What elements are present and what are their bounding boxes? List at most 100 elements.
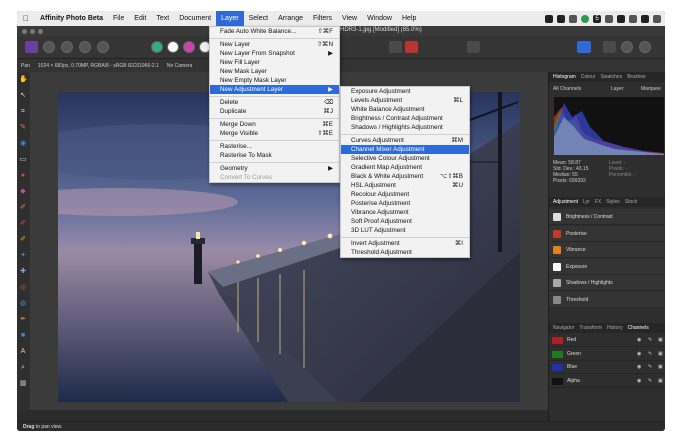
menu-item-new-empty-mask-layer[interactable]: New Empty Mask Layer xyxy=(210,76,339,85)
pen-tool-icon[interactable]: ✒ xyxy=(19,316,27,324)
adjustment-preset-shadows-highlights[interactable]: Shadows / Highlights xyxy=(549,275,664,291)
menu-item-merge-visible[interactable]: Merge Visible ⇧⌘E xyxy=(210,129,339,138)
menu-item-shadows-highlights-adjustment[interactable]: Shadows / Highlights Adjustment xyxy=(341,123,469,132)
colour-picker-icon[interactable]: ● xyxy=(19,172,27,180)
tray-icon[interactable] xyxy=(569,14,577,23)
tab-histogram[interactable]: Histogram xyxy=(553,74,576,80)
tab-stock[interactable]: Stock xyxy=(625,199,638,205)
menu-item-delete[interactable]: Delete ⌫ xyxy=(210,98,339,107)
channel-row-green[interactable]: Green ◉ ✎ ▣ xyxy=(549,348,665,361)
menu-item-rasterise-to-mask[interactable]: Rasterise To Mask xyxy=(210,151,339,160)
apple-icon[interactable]:  xyxy=(17,14,35,23)
zoom-tool-icon[interactable]: ⌕ xyxy=(19,364,27,372)
menu-item-duplicate[interactable]: Duplicate ⌘J xyxy=(210,107,339,116)
battery-icon[interactable] xyxy=(629,14,637,23)
menu-edit[interactable]: Edit xyxy=(129,11,151,26)
menu-arrange[interactable]: Arrange xyxy=(273,11,308,26)
menu-item-merge-down[interactable]: Merge Down ⌘E xyxy=(210,120,339,129)
crop-tool-icon[interactable]: ⌗ xyxy=(19,108,27,116)
menu-layer[interactable]: Layer xyxy=(216,11,244,26)
visibility-box-icon[interactable]: ▣ xyxy=(658,351,663,357)
menu-help[interactable]: Help xyxy=(397,11,421,26)
move-tool-icon[interactable]: ↖ xyxy=(19,92,27,100)
channel-row-red[interactable]: Red ◉ ✎ ▣ xyxy=(549,334,665,347)
settings-icon[interactable] xyxy=(639,41,651,53)
tab-fx[interactable]: FX xyxy=(595,199,601,205)
menu-item-hsl-adjustment[interactable]: HSL Adjustment ⌘U xyxy=(341,181,469,190)
tab-navigator[interactable]: Navigator xyxy=(553,325,574,331)
tab-transform[interactable]: Transform xyxy=(579,325,602,331)
develop-persona-icon[interactable] xyxy=(61,41,73,53)
menu-item-3d-lut-adjustment[interactable]: 3D LUT Adjustment xyxy=(341,226,469,235)
visibility-box-icon[interactable]: ▣ xyxy=(658,364,663,370)
zoom-button[interactable] xyxy=(38,29,43,34)
menu-file[interactable]: File xyxy=(108,11,129,26)
flood-select-icon[interactable]: ◉ xyxy=(19,140,27,148)
tab-layers[interactable]: Lyr xyxy=(583,199,590,205)
menu-select[interactable]: Select xyxy=(244,11,273,26)
auto-colours-icon[interactable] xyxy=(183,41,195,53)
marquee-radio[interactable]: Marquee xyxy=(641,86,661,92)
menu-item-invert-adjustment[interactable]: Invert Adjustment ⌘I xyxy=(341,239,469,248)
studio-icon[interactable] xyxy=(621,41,633,53)
tab-adjustment[interactable]: Adjustment xyxy=(553,199,578,205)
erase-brush-icon[interactable]: ✐ xyxy=(19,220,27,228)
edit-icon[interactable]: ✎ xyxy=(648,351,653,357)
tray-icon[interactable] xyxy=(617,14,625,23)
adjustment-preset-vibrance[interactable]: Vibrance xyxy=(549,242,664,258)
marquee-tool-icon[interactable]: ▭ xyxy=(19,156,27,164)
healing-brush-icon[interactable]: ✚ xyxy=(19,268,27,276)
adjustment-preset-exposure[interactable]: Exposure xyxy=(549,258,664,275)
mask-icon[interactable] xyxy=(405,41,418,53)
shape-tool-icon[interactable]: ■ xyxy=(19,332,27,340)
tab-swatches[interactable]: Swatches xyxy=(601,74,623,80)
menu-item-channel-mixer-adjustment[interactable]: Channel Mixer Adjustment xyxy=(341,145,469,154)
tray-icon[interactable] xyxy=(557,14,565,23)
eye-icon[interactable]: ◉ xyxy=(637,378,642,384)
menu-item-new-fill-layer[interactable]: New Fill Layer xyxy=(210,58,339,67)
tray-icon[interactable] xyxy=(545,14,553,23)
menu-item-levels-adjustment[interactable]: Levels Adjustment ⌘L xyxy=(341,96,469,105)
close-button[interactable] xyxy=(22,29,27,34)
clone-brush-icon[interactable]: ✦ xyxy=(19,252,27,260)
auto-contrast-icon[interactable] xyxy=(167,41,179,53)
layer-radio[interactable]: Layer xyxy=(611,86,624,92)
tab-styles[interactable]: Styles xyxy=(606,199,620,205)
hand-tool-icon[interactable]: ✋ xyxy=(19,76,28,84)
messages-icon[interactable] xyxy=(581,14,589,23)
tone-mapping-persona-icon[interactable] xyxy=(79,41,91,53)
auto-levels-icon[interactable] xyxy=(151,41,163,53)
selection-mode-icon[interactable] xyxy=(389,41,402,53)
text-tool-icon[interactable]: A xyxy=(19,348,27,356)
adjustment-preset-brightness-contrast[interactable]: Brightness / Contrast xyxy=(549,209,664,225)
eye-icon[interactable]: ◉ xyxy=(637,351,642,357)
menu-item-rasterise[interactable]: Rasterise... xyxy=(210,142,339,151)
tab-colour[interactable]: Colour xyxy=(581,74,596,80)
edit-icon[interactable]: ✎ xyxy=(648,364,653,370)
assistant-icon[interactable] xyxy=(467,41,480,53)
paint-brush-icon[interactable]: ✐ xyxy=(19,204,27,212)
minimize-button[interactable] xyxy=(30,29,35,34)
menu-app[interactable]: Affinity Photo Beta xyxy=(35,11,108,26)
menu-item-exposure-adjustment[interactable]: Exposure Adjustment xyxy=(341,87,469,96)
blur-brush-icon[interactable]: ◍ xyxy=(19,300,27,308)
menu-item-curves-adjustment[interactable]: Curves Adjustment ⌘M xyxy=(341,136,469,145)
tab-history[interactable]: History xyxy=(607,325,623,331)
menu-window[interactable]: Window xyxy=(362,11,397,26)
adjustment-preset-threshold[interactable]: Threshold xyxy=(549,291,664,308)
menu-filters[interactable]: Filters xyxy=(308,11,337,26)
channel-select[interactable]: All Channels xyxy=(553,86,581,92)
menu-text[interactable]: Text xyxy=(151,11,174,26)
tab-brushes[interactable]: Brushes xyxy=(627,74,645,80)
notification-icon[interactable] xyxy=(653,14,661,23)
menu-item-black-white-adjustment[interactable]: Black & White Adjustment ⌥⇧⌘B xyxy=(341,172,469,181)
menu-item-threshold-adjustment[interactable]: Threshold Adjustment xyxy=(341,248,469,257)
adjustment-preset-posterise[interactable]: Posterise xyxy=(549,225,664,242)
photo-persona-icon[interactable] xyxy=(25,41,38,53)
export-persona-icon[interactable] xyxy=(97,41,109,53)
tray-icon[interactable]: 5 xyxy=(593,14,601,23)
menu-item-new-layer[interactable]: New Layer ⇧⌘N xyxy=(210,40,339,49)
eye-icon[interactable]: ◉ xyxy=(637,364,642,370)
menu-document[interactable]: Document xyxy=(174,11,216,26)
liquify-persona-icon[interactable] xyxy=(43,41,55,53)
